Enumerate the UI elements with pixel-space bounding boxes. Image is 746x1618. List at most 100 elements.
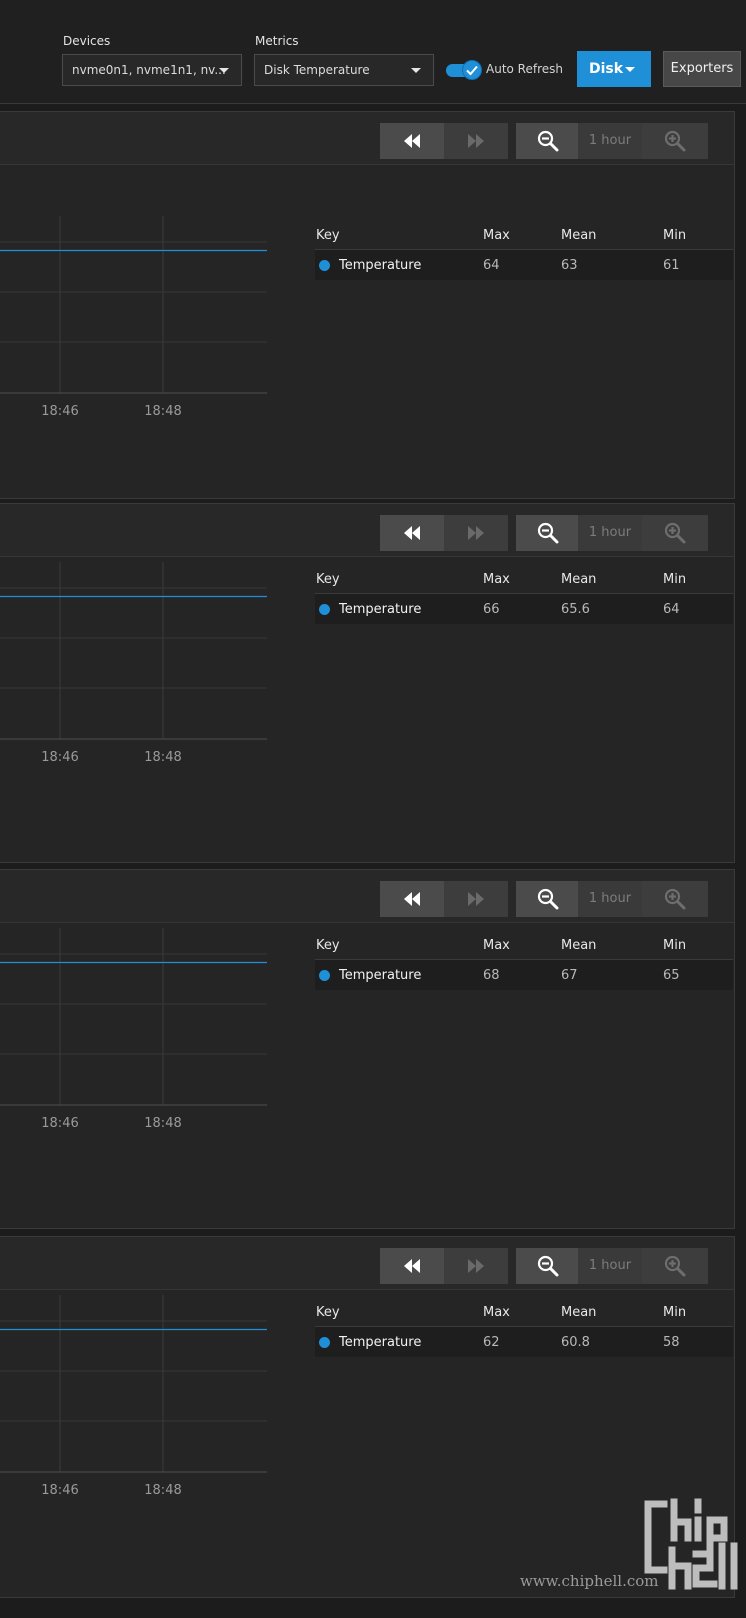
legend-table: Key Max Mean Min Temperature 64 63 61: [315, 220, 733, 280]
legend-row[interactable]: Temperature 66 65.6 64: [315, 594, 733, 624]
zoom-level-label: 1 hour: [578, 1248, 642, 1284]
time-nav-group: [380, 515, 508, 551]
legend-header-mean: Mean: [561, 1305, 597, 1320]
legend-key: Temperature: [339, 1335, 422, 1350]
zoom-in-button[interactable]: [642, 1248, 708, 1284]
x-tick-label: 18:48: [144, 404, 181, 419]
rewind-icon: [404, 134, 420, 148]
devices-select[interactable]: nvme0n1, nvme1n1, nv...: [62, 54, 242, 86]
rewind-icon: [404, 526, 420, 540]
legend-header-mean: Mean: [561, 938, 597, 953]
series-color-dot: [319, 604, 330, 615]
zoom-out-button[interactable]: [516, 1248, 580, 1284]
auto-refresh-label: Auto Refresh: [486, 62, 563, 76]
x-tick-label: 18:48: [144, 1483, 181, 1498]
zoom-out-icon: [537, 130, 559, 152]
legend-row[interactable]: Temperature 68 67 65: [315, 960, 733, 990]
legend-min: 58: [663, 1335, 680, 1350]
rewind-icon: [404, 1259, 420, 1273]
zoom-group: 1 hour: [516, 1248, 708, 1284]
legend-header-max: Max: [483, 938, 510, 953]
legend-header-row: Key Max Mean Min: [315, 1297, 733, 1327]
fast-forward-button[interactable]: [444, 123, 508, 159]
fast-forward-button[interactable]: [444, 1248, 508, 1284]
legend-header-min: Min: [663, 938, 687, 953]
legend-table: Key Max Mean Min Temperature 68 67 65: [315, 930, 733, 990]
legend-header-key: Key: [316, 1305, 340, 1320]
zoom-out-icon: [537, 888, 559, 910]
rewind-button[interactable]: [380, 515, 444, 551]
x-tick-label: 18:46: [41, 1116, 78, 1131]
panel-toolbar: 1 hour: [0, 504, 734, 557]
legend-header-key: Key: [316, 228, 340, 243]
legend-header-row: Key Max Mean Min: [315, 564, 733, 594]
metrics-select[interactable]: Disk Temperature: [254, 54, 434, 86]
zoom-group: 1 hour: [516, 515, 708, 551]
time-nav-group: [380, 123, 508, 159]
zoom-in-button[interactable]: [642, 515, 708, 551]
fast-forward-icon: [468, 134, 484, 148]
chevron-down-icon: [219, 68, 229, 73]
legend-max: 64: [483, 258, 500, 273]
rewind-button[interactable]: [380, 123, 444, 159]
time-nav-group: [380, 881, 508, 917]
zoom-in-icon: [664, 888, 686, 910]
fast-forward-icon: [468, 892, 484, 906]
fast-forward-icon: [468, 1259, 484, 1273]
legend-header-row: Key Max Mean Min: [315, 930, 733, 960]
zoom-group: 1 hour: [516, 881, 708, 917]
legend-table: Key Max Mean Min Temperature 62 60.8 58: [315, 1297, 733, 1357]
legend-max: 62: [483, 1335, 500, 1350]
temperature-chart: 18:46 18:48: [0, 928, 267, 1131]
series-color-dot: [319, 260, 330, 271]
chevron-down-icon: [625, 67, 635, 72]
legend-min: 61: [663, 258, 680, 273]
legend-mean: 60.8: [561, 1335, 590, 1350]
temperature-chart: 18:46 18:48: [0, 562, 267, 765]
disk-button-label: Disk: [589, 61, 624, 77]
rewind-button[interactable]: [380, 881, 444, 917]
exporters-button[interactable]: Exporters: [663, 51, 741, 87]
chevron-down-icon: [411, 68, 421, 73]
zoom-group: 1 hour: [516, 123, 708, 159]
rewind-button[interactable]: [380, 1248, 444, 1284]
x-tick-label: 18:46: [41, 750, 78, 765]
top-toolbar: Devices nvme0n1, nvme1n1, nv... Metrics …: [0, 0, 746, 104]
legend-row[interactable]: Temperature 64 63 61: [315, 250, 733, 280]
temperature-chart: 18:46 18:48: [0, 1295, 267, 1498]
fast-forward-button[interactable]: [444, 881, 508, 917]
legend-mean: 67: [561, 968, 578, 983]
chart-panel: 1 hour 18:46 18:48 Key Max Mean Min Temperature…: [0, 1236, 735, 1598]
legend-header-min: Min: [663, 1305, 687, 1320]
legend-mean: 65.6: [561, 602, 590, 617]
devices-label: Devices: [63, 34, 111, 48]
fast-forward-button[interactable]: [444, 515, 508, 551]
panel-toolbar: 1 hour: [0, 112, 734, 165]
metrics-label: Metrics: [255, 34, 299, 48]
watermark-text: www.chiphell.com: [520, 1572, 659, 1590]
chart-panel: 1 hour 18:46 18:48 Key Max Mean Min Temperature…: [0, 503, 735, 863]
chart-panel: 1 hour 18:46 18:48 Key Max Mean Min Temperature…: [0, 869, 735, 1229]
zoom-out-button[interactable]: [516, 123, 580, 159]
legend-min: 65: [663, 968, 680, 983]
legend-row[interactable]: Temperature 62 60.8 58: [315, 1327, 733, 1357]
zoom-level-label: 1 hour: [578, 515, 642, 551]
zoom-level-label: 1 hour: [578, 123, 642, 159]
zoom-out-button[interactable]: [516, 881, 580, 917]
legend-header-row: Key Max Mean Min: [315, 220, 733, 250]
legend-min: 64: [663, 602, 680, 617]
legend-table: Key Max Mean Min Temperature 66 65.6 64: [315, 564, 733, 624]
legend-header-mean: Mean: [561, 572, 597, 587]
auto-refresh-toggle[interactable]: [446, 60, 482, 80]
legend-mean: 63: [561, 258, 578, 273]
x-tick-label: 18:46: [41, 1483, 78, 1498]
zoom-in-button[interactable]: [642, 123, 708, 159]
legend-header-key: Key: [316, 572, 340, 587]
zoom-out-button[interactable]: [516, 515, 580, 551]
check-icon: [462, 60, 482, 80]
zoom-in-button[interactable]: [642, 881, 708, 917]
temperature-chart: 18:46 18:48: [0, 216, 267, 419]
legend-header-mean: Mean: [561, 228, 597, 243]
disk-dropdown-button[interactable]: Disk: [577, 51, 651, 87]
rewind-icon: [404, 892, 420, 906]
